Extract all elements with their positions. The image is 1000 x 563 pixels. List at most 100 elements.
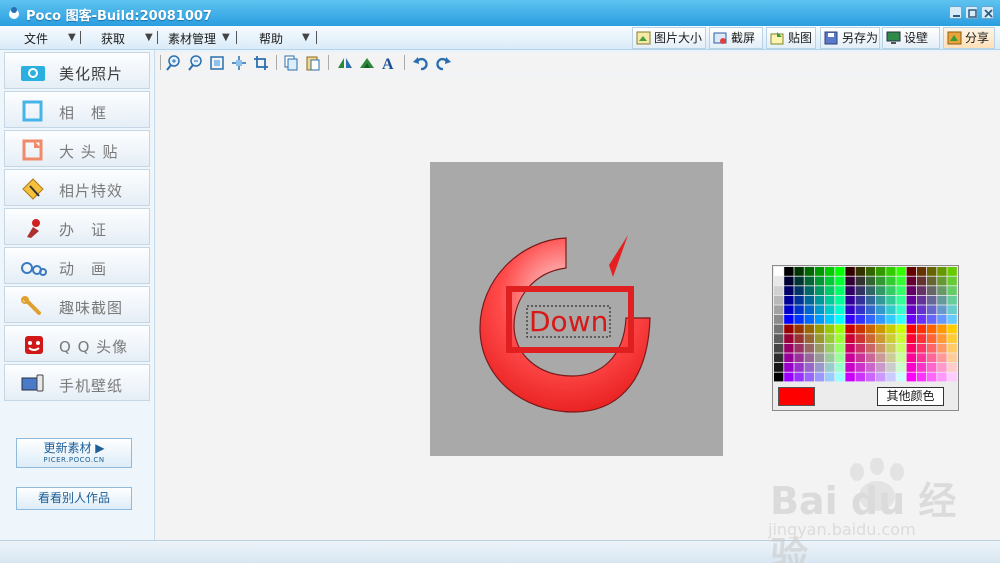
- color-swatch-grid[interactable]: [774, 267, 959, 384]
- color-swatch[interactable]: [845, 324, 855, 334]
- color-swatch[interactable]: [804, 353, 814, 363]
- color-swatch[interactable]: [855, 305, 865, 315]
- menu-help[interactable]: 帮助: [259, 30, 283, 47]
- color-swatch[interactable]: [855, 276, 865, 286]
- sidebar-item-qq-avatar[interactable]: Q Q 头像: [4, 325, 150, 362]
- color-swatch[interactable]: [865, 353, 876, 363]
- color-swatch[interactable]: [814, 363, 825, 372]
- color-swatch[interactable]: [865, 295, 876, 305]
- color-swatch[interactable]: [937, 334, 947, 343]
- color-swatch[interactable]: [906, 334, 916, 343]
- color-swatch[interactable]: [855, 343, 865, 353]
- color-swatch[interactable]: [814, 295, 825, 305]
- view-others-works-button[interactable]: 看看别人作品: [16, 487, 132, 510]
- color-swatch[interactable]: [845, 363, 855, 372]
- color-swatch[interactable]: [906, 276, 916, 286]
- redo-icon[interactable]: [434, 54, 452, 72]
- color-swatch[interactable]: [784, 295, 794, 305]
- color-swatch[interactable]: [825, 334, 835, 343]
- color-swatch[interactable]: [876, 372, 886, 382]
- color-swatch[interactable]: [794, 276, 804, 286]
- color-swatch[interactable]: [896, 267, 906, 276]
- color-swatch[interactable]: [865, 305, 876, 315]
- zoom-in-icon[interactable]: [164, 54, 182, 72]
- menu-acquire[interactable]: 获取: [101, 30, 125, 47]
- color-swatch[interactable]: [937, 286, 947, 295]
- color-swatch[interactable]: [845, 305, 855, 315]
- photo-canvas[interactable]: Down: [430, 162, 723, 456]
- screenshot-button[interactable]: 截屏: [709, 27, 763, 49]
- color-swatch[interactable]: [937, 267, 947, 276]
- color-swatch[interactable]: [784, 324, 794, 334]
- color-swatch[interactable]: [825, 324, 835, 334]
- color-swatch[interactable]: [927, 372, 937, 382]
- color-swatch[interactable]: [886, 295, 896, 305]
- color-swatch[interactable]: [927, 343, 937, 353]
- color-swatch[interactable]: [927, 353, 937, 363]
- color-swatch[interactable]: [774, 267, 784, 276]
- color-swatch[interactable]: [814, 372, 825, 382]
- color-swatch[interactable]: [774, 353, 784, 363]
- set-wallpaper-button[interactable]: 设壁纸: [882, 27, 940, 65]
- update-materials-button[interactable]: 更新素材 ▶ PICER.POCO.CN: [16, 438, 132, 468]
- color-swatch[interactable]: [937, 305, 947, 315]
- color-swatch[interactable]: [886, 334, 896, 343]
- actual-size-icon[interactable]: [230, 54, 248, 72]
- save-as-button[interactable]: 另存为: [820, 27, 880, 49]
- color-swatch[interactable]: [835, 315, 845, 324]
- color-swatch[interactable]: [876, 363, 886, 372]
- color-swatch[interactable]: [814, 334, 825, 343]
- color-swatch[interactable]: [886, 305, 896, 315]
- color-swatch[interactable]: [865, 286, 876, 295]
- color-swatch[interactable]: [774, 372, 784, 382]
- color-swatch[interactable]: [794, 324, 804, 334]
- color-swatch[interactable]: [784, 276, 794, 286]
- color-swatch[interactable]: [947, 343, 957, 353]
- sidebar-item-fun-capture[interactable]: 趣味截图: [4, 286, 150, 323]
- color-swatch[interactable]: [876, 276, 886, 286]
- color-swatch[interactable]: [947, 295, 957, 305]
- color-swatch[interactable]: [794, 315, 804, 324]
- paste-image-button[interactable]: 贴图: [766, 27, 816, 49]
- color-swatch[interactable]: [784, 343, 794, 353]
- color-swatch[interactable]: [947, 334, 957, 343]
- text-icon[interactable]: A: [380, 54, 398, 72]
- color-swatch[interactable]: [774, 276, 784, 286]
- color-swatch[interactable]: [845, 267, 855, 276]
- color-swatch[interactable]: [814, 276, 825, 286]
- color-swatch[interactable]: [794, 353, 804, 363]
- color-swatch[interactable]: [794, 286, 804, 295]
- color-swatch[interactable]: [835, 353, 845, 363]
- color-swatch[interactable]: [947, 372, 957, 382]
- color-swatch[interactable]: [947, 286, 957, 295]
- color-swatch[interactable]: [814, 353, 825, 363]
- share-button[interactable]: 分享: [943, 27, 995, 49]
- color-swatch[interactable]: [886, 267, 896, 276]
- color-swatch[interactable]: [804, 305, 814, 315]
- color-swatch[interactable]: [896, 295, 906, 305]
- color-swatch[interactable]: [835, 305, 845, 315]
- chevron-down-icon[interactable]: ▼: [222, 32, 230, 43]
- color-swatch[interactable]: [896, 334, 906, 343]
- overlay-text[interactable]: Down: [529, 305, 608, 338]
- color-swatch[interactable]: [876, 353, 886, 363]
- color-swatch[interactable]: [947, 267, 957, 276]
- color-swatch[interactable]: [855, 372, 865, 382]
- color-swatch[interactable]: [865, 334, 876, 343]
- color-swatch[interactable]: [876, 286, 886, 295]
- sidebar-item-phone-wallpaper[interactable]: 手机壁纸: [4, 364, 150, 401]
- chevron-down-icon[interactable]: ▼: [302, 32, 310, 43]
- color-swatch[interactable]: [865, 324, 876, 334]
- color-swatch[interactable]: [845, 295, 855, 305]
- zoom-out-icon[interactable]: [186, 54, 204, 72]
- color-swatch[interactable]: [865, 363, 876, 372]
- color-swatch[interactable]: [774, 295, 784, 305]
- color-swatch[interactable]: [937, 295, 947, 305]
- color-swatch[interactable]: [916, 372, 927, 382]
- color-swatch[interactable]: [916, 334, 927, 343]
- color-swatch[interactable]: [835, 334, 845, 343]
- color-swatch[interactable]: [814, 343, 825, 353]
- copy-icon[interactable]: [282, 54, 300, 72]
- color-swatch[interactable]: [927, 305, 937, 315]
- chevron-down-icon[interactable]: ▼: [68, 32, 76, 43]
